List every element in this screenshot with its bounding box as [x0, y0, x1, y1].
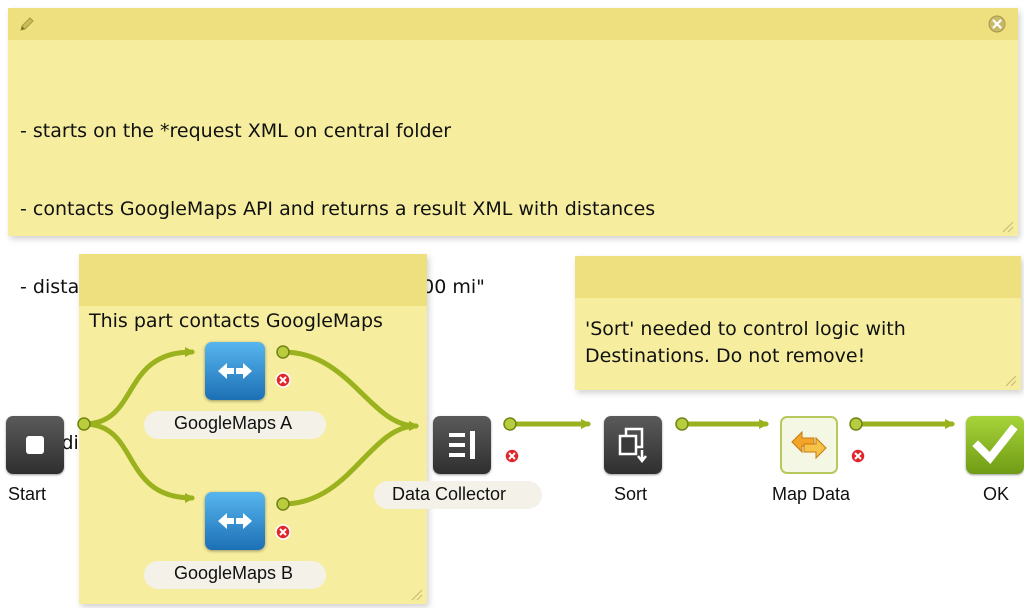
exchange-arrows-icon: [218, 363, 252, 379]
connector-start-dot[interactable]: [276, 345, 290, 359]
node-googlemaps-a-label: GoogleMaps A: [174, 413, 293, 433]
node-map-data[interactable]: [780, 416, 838, 474]
error-icon[interactable]: [504, 448, 520, 464]
exchange-arrows-icon: [218, 513, 252, 529]
node-googlemaps-b[interactable]: [205, 492, 265, 550]
connector-start-dot[interactable]: [675, 417, 689, 431]
node-start-label: Start: [8, 484, 47, 504]
node-data-collector[interactable]: [433, 416, 491, 474]
node-googlemaps-a[interactable]: [205, 342, 265, 400]
node-start[interactable]: [6, 416, 64, 474]
sort-icon: [618, 427, 647, 464]
checkmark-icon: [972, 424, 1018, 465]
error-icon[interactable]: [850, 448, 866, 464]
node-data-collector-label: Data Collector: [392, 484, 507, 504]
data-collector-icon: [449, 431, 475, 459]
connector-start-dot[interactable]: [276, 497, 290, 511]
flow-connectors: [77, 345, 955, 540]
node-sort-label: Sort: [614, 484, 648, 504]
connector-start-dot[interactable]: [77, 417, 91, 431]
error-icon[interactable]: [275, 524, 291, 540]
start-icon: [26, 436, 44, 454]
node-sort[interactable]: [604, 416, 662, 474]
connector-start-dot[interactable]: [849, 417, 863, 431]
connector-start-dot[interactable]: [503, 417, 517, 431]
map-data-icon: [791, 430, 827, 460]
error-icon[interactable]: [275, 372, 291, 388]
node-googlemaps-b-label: GoogleMaps B: [174, 563, 294, 583]
node-map-data-label: Map Data: [772, 484, 851, 504]
node-ok[interactable]: [966, 416, 1024, 474]
node-ok-label: OK: [983, 484, 1010, 504]
